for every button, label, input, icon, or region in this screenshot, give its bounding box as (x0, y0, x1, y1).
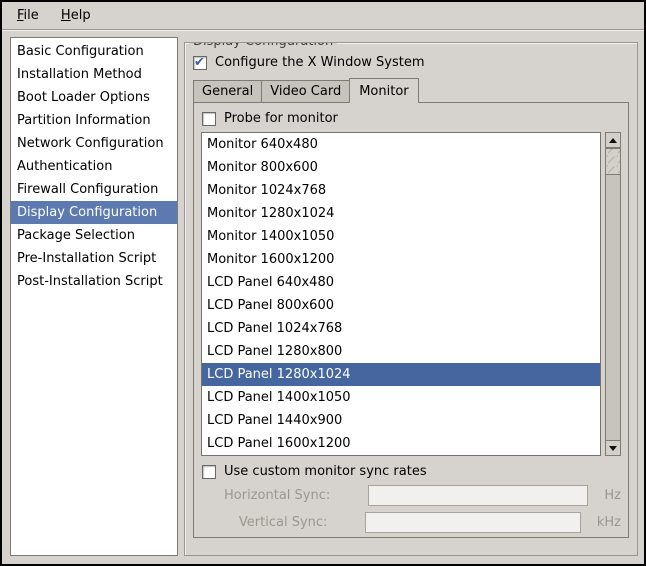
monitor-list-item[interactable]: LCD Panel 1400x1050 (202, 386, 600, 409)
monitor-list-item[interactable]: Monitor 640x480 (202, 133, 600, 156)
custom-sync-checkbox-row[interactable]: Use custom monitor sync rates (202, 464, 621, 479)
monitor-list-item[interactable]: Monitor 1280x1024 (202, 202, 600, 225)
sidebar-item-firewall-configuration[interactable]: Firewall Configuration (11, 178, 177, 201)
menu-help[interactable]: Help (52, 2, 100, 29)
monitor-list-item[interactable]: LCD Panel 640x480 (202, 271, 600, 294)
display-configuration-frame: Display Configuration Configure the X Wi… (184, 42, 638, 556)
monitor-list-item-selected[interactable]: LCD Panel 1280x1024 (202, 363, 600, 386)
horizontal-sync-row: Horizontal Sync: Hz (201, 485, 621, 506)
monitor-list-area: Monitor 640x480 Monitor 800x600 Monitor … (201, 132, 621, 456)
monitor-list-item[interactable]: LCD Panel 1440x900 (202, 409, 600, 432)
monitor-list-item[interactable]: LCD Panel 1280x800 (202, 340, 600, 363)
sidebar-item-basic-configuration[interactable]: Basic Configuration (11, 40, 177, 63)
sidebar-item-boot-loader-options[interactable]: Boot Loader Options (11, 86, 177, 109)
vertical-sync-unit: kHz (597, 515, 621, 530)
horizontal-sync-unit: Hz (604, 488, 621, 503)
scrollbar-track[interactable] (605, 148, 621, 440)
monitor-list-scrollbar[interactable] (605, 132, 621, 456)
vertical-sync-label: Vertical Sync: (201, 515, 327, 530)
sidebar-item-display-configuration[interactable]: Display Configuration (11, 201, 177, 224)
tab-general[interactable]: General (193, 80, 262, 102)
monitor-tab-panel: Probe for monitor Monitor 640x480 Monito… (193, 102, 629, 538)
probe-monitor-checkbox[interactable] (202, 112, 216, 126)
probe-monitor-checkbox-row[interactable]: Probe for monitor (202, 111, 621, 126)
sidebar-item-authentication[interactable]: Authentication (11, 155, 177, 178)
monitor-list-item[interactable]: LCD Panel 1024x768 (202, 317, 600, 340)
monitor-list-item[interactable]: Monitor 1400x1050 (202, 225, 600, 248)
menu-file[interactable]: File (8, 2, 48, 29)
frame-title: Display Configuration (189, 42, 337, 49)
sidebar-item-network-configuration[interactable]: Network Configuration (11, 132, 177, 155)
monitor-list-item[interactable]: Monitor 800x600 (202, 156, 600, 179)
configure-x-checkbox-row[interactable]: Configure the X Window System (193, 55, 629, 70)
menubar: File Help (2, 2, 644, 30)
horizontal-sync-input[interactable] (368, 485, 588, 506)
vertical-sync-row: Vertical Sync: kHz (201, 512, 621, 533)
sidebar-item-installation-method[interactable]: Installation Method (11, 63, 177, 86)
display-notebook: General Video Card Monitor Probe for mon… (193, 78, 629, 538)
probe-monitor-label: Probe for monitor (224, 111, 338, 126)
configure-x-checkbox[interactable] (193, 56, 207, 70)
scrollbar-thumb[interactable] (605, 148, 621, 175)
sidebar-item-package-selection[interactable]: Package Selection (11, 224, 177, 247)
monitor-list: Monitor 640x480 Monitor 800x600 Monitor … (201, 132, 601, 456)
tab-monitor[interactable]: Monitor (349, 78, 418, 103)
tab-bar: General Video Card Monitor (193, 78, 629, 102)
sidebar-item-partition-information[interactable]: Partition Information (11, 109, 177, 132)
kickstart-configurator-window: File Help Basic Configuration Installati… (0, 0, 646, 566)
monitor-list-item[interactable]: Monitor 1024x768 (202, 179, 600, 202)
sidebar-section-list: Basic Configuration Installation Method … (10, 37, 178, 556)
monitor-list-item[interactable]: LCD Panel 1600x1200 (202, 432, 600, 455)
monitor-list-item[interactable]: LCD Panel 800x600 (202, 294, 600, 317)
main-content: Basic Configuration Installation Method … (2, 30, 644, 564)
scrollbar-up-button[interactable] (605, 132, 621, 148)
tab-video-card[interactable]: Video Card (261, 80, 350, 102)
horizontal-sync-label: Horizontal Sync: (201, 488, 330, 503)
down-arrow-icon (609, 446, 617, 451)
vertical-sync-input[interactable] (365, 512, 580, 533)
scrollbar-down-button[interactable] (605, 440, 621, 456)
monitor-list-item[interactable]: Monitor 1600x1200 (202, 248, 600, 271)
up-arrow-icon (609, 138, 617, 143)
custom-sync-checkbox[interactable] (202, 465, 216, 479)
sidebar-item-pre-installation-script[interactable]: Pre-Installation Script (11, 247, 177, 270)
custom-sync-label: Use custom monitor sync rates (224, 464, 427, 479)
configure-x-label: Configure the X Window System (215, 55, 425, 70)
sidebar-item-post-installation-script[interactable]: Post-Installation Script (11, 270, 177, 293)
